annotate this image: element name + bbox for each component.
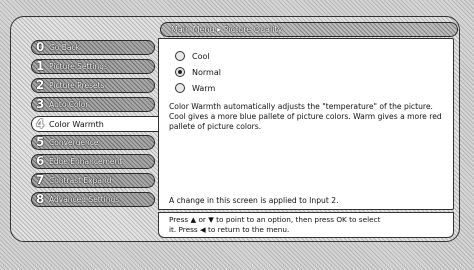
menu-item-number: 1 (36, 59, 45, 73)
radio-button-checked-icon (175, 67, 185, 77)
breadcrumb: Main Menu ▸ Picture Quality (160, 22, 458, 37)
breadcrumb-current: Picture Quality (223, 25, 283, 34)
help-line: it. Press ◀ to return to the menu. (169, 225, 290, 234)
menu-item-number: 5 (36, 135, 45, 149)
radio-button-icon (175, 51, 185, 61)
option-cool[interactable]: Cool (175, 48, 221, 64)
menu-item-label: Color Warmth (49, 119, 104, 129)
help-line: Press ▲ or ▼ to point to an option, then… (169, 215, 381, 224)
menu-item-auto-color[interactable]: 3 Auto Color (31, 97, 155, 112)
menu-item-label: Picture Settings (49, 62, 108, 71)
breadcrumb-root: Main Menu (171, 25, 215, 34)
menu-item-label: Go Back (49, 43, 80, 52)
radio-button-icon (175, 83, 185, 93)
menu-item-number: 3 (36, 97, 45, 111)
menu-item-label: Contrast Expand (49, 176, 112, 185)
menu-item-label: Edge Enhancement (49, 157, 123, 166)
menu-item-label: Auto Color (49, 100, 89, 109)
color-warmth-options: Cool Normal Warm (175, 48, 221, 96)
breadcrumb-arrow-icon: ▸ (217, 25, 222, 34)
menu-item-go-back[interactable]: 0 Go Back (31, 40, 155, 55)
menu-item-label: Picture Presets (49, 81, 105, 90)
menu-item-label: Advanced Settings (49, 195, 120, 204)
option-label: Normal (192, 67, 221, 77)
menu-item-color-warmth[interactable]: 4 Color Warmth (31, 116, 159, 132)
menu-item-label: Convergence (49, 138, 99, 147)
option-normal[interactable]: Normal (175, 64, 221, 80)
menu-item-advanced-settings[interactable]: 8 Advanced Settings (31, 192, 155, 207)
menu-item-number: 0 (36, 40, 45, 54)
menu-item-number: 6 (36, 154, 45, 168)
option-description: Color Warmth automatically adjusts the "… (169, 102, 442, 131)
content-panel: Cool Normal Warm Color Warmth automatica… (158, 38, 454, 210)
menu-item-contrast-expand[interactable]: 7 Contrast Expand (31, 173, 155, 188)
menu-item-edge-enhancement[interactable]: 6 Edge Enhancement (31, 154, 155, 169)
menu-item-number: 4 (36, 116, 45, 131)
menu-item-picture-presets[interactable]: 2 Picture Presets (31, 78, 155, 93)
menu-item-picture-settings[interactable]: 1 Picture Settings (31, 59, 155, 74)
option-warm[interactable]: Warm (175, 80, 221, 96)
menu-item-number: 7 (36, 173, 45, 187)
option-label: Cool (192, 51, 210, 61)
help-text: Press ▲ or ▼ to point to an option, then… (158, 212, 454, 238)
input-note: A change in this screen is applied to In… (169, 196, 339, 205)
menu-item-number: 2 (36, 78, 45, 92)
option-label: Warm (192, 83, 216, 93)
menu-item-convergence[interactable]: 5 Convergence (31, 135, 155, 150)
menu-item-number: 8 (36, 192, 45, 206)
